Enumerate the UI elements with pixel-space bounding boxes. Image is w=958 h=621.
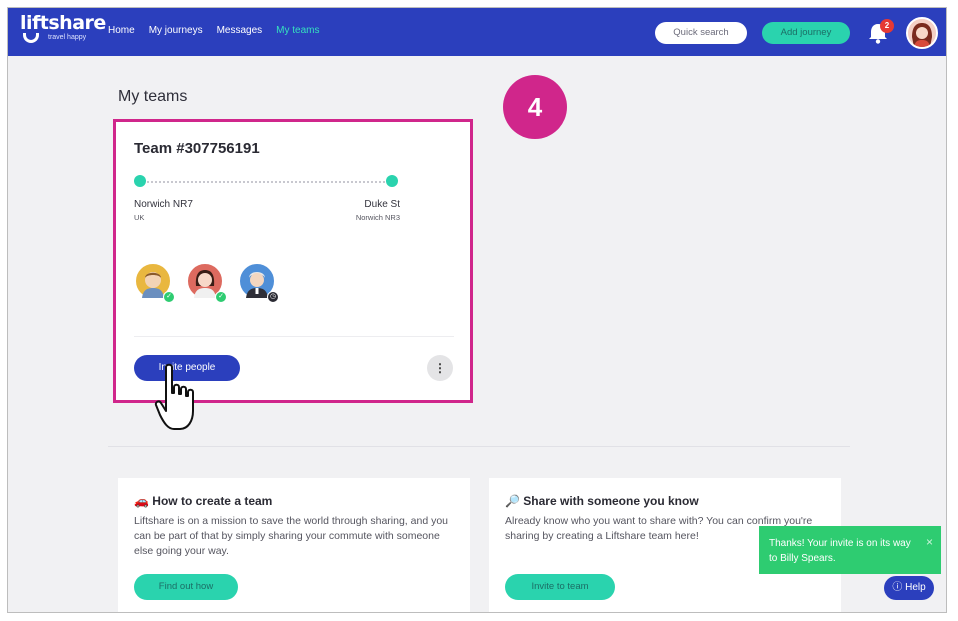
logo-wordmark: liftshare — [20, 12, 106, 34]
help-label: Help — [905, 582, 926, 593]
route-from-sub: UK — [134, 213, 145, 222]
close-icon[interactable]: × — [926, 535, 933, 550]
team-member-avatar[interactable]: ✓ — [134, 262, 175, 303]
success-toast: Thanks! Your invite is on its way to Bil… — [759, 526, 941, 574]
question-icon: ⓘ — [892, 582, 903, 593]
nav-home[interactable]: Home — [108, 25, 135, 36]
nav-my-journeys[interactable]: My journeys — [149, 25, 203, 36]
section-divider — [108, 446, 850, 447]
info-card-title-text: Share with someone you know — [523, 494, 699, 508]
help-button[interactable]: ⓘ Help — [884, 576, 934, 600]
car-icon: 🚗 — [134, 494, 149, 508]
how-to-create-team-card: 🚗 How to create a team Liftshare is on a… — [118, 478, 470, 612]
main-nav: Home My journeys Messages My teams — [108, 25, 320, 36]
toast-message: Thanks! Your invite is on its way to Bil… — [769, 538, 911, 564]
route-to-sub: Norwich NR3 — [355, 213, 400, 222]
logo-smile-icon — [23, 33, 39, 43]
hand-pointer-icon — [154, 363, 194, 430]
page-title: My teams — [118, 88, 188, 105]
info-card-title: 🔎 Share with someone you know — [505, 494, 699, 508]
nav-messages[interactable]: Messages — [217, 25, 263, 36]
team-member-avatar[interactable]: ✓ — [186, 262, 227, 303]
quick-search-button[interactable]: Quick search — [655, 22, 747, 44]
app-window: liftshare travel happy Home My journeys … — [7, 7, 947, 613]
add-journey-button[interactable]: Add journey — [762, 22, 850, 44]
route-line — [140, 181, 392, 183]
team-card: Team #307756191 Norwich NR7 UK Duke St N… — [113, 119, 473, 403]
top-navbar: liftshare travel happy Home My journeys … — [8, 8, 946, 56]
info-card-text: Liftshare is on a mission to save the wo… — [134, 515, 449, 557]
step-number-badge: 4 — [503, 75, 567, 139]
nav-my-teams[interactable]: My teams — [276, 25, 319, 36]
route-start-dot — [134, 175, 146, 187]
check-icon: ✓ — [215, 291, 227, 303]
invite-to-team-button[interactable]: Invite to team — [505, 574, 615, 600]
route-to-name: Duke St — [364, 199, 400, 210]
card-divider — [134, 336, 454, 337]
notification-count-badge: 2 — [880, 19, 894, 33]
user-avatar[interactable] — [906, 17, 938, 49]
find-out-how-button[interactable]: Find out how — [134, 574, 238, 600]
team-member-avatar[interactable]: ◷ — [238, 262, 279, 303]
info-card-title-text: How to create a team — [152, 494, 273, 508]
check-icon: ✓ — [163, 291, 175, 303]
logo-tagline: travel happy — [48, 34, 87, 41]
magnifier-icon: 🔎 — [505, 494, 520, 508]
clock-icon: ◷ — [267, 291, 279, 303]
info-card-title: 🚗 How to create a team — [134, 494, 272, 508]
route-end-dot — [386, 175, 398, 187]
ellipsis-vertical-icon[interactable]: ⋮ — [427, 355, 453, 381]
route-from-name: Norwich NR7 — [134, 199, 193, 210]
liftshare-logo[interactable]: liftshare travel happy — [20, 12, 106, 43]
team-title: Team #307756191 — [134, 140, 260, 157]
user-avatar-image — [908, 19, 936, 47]
